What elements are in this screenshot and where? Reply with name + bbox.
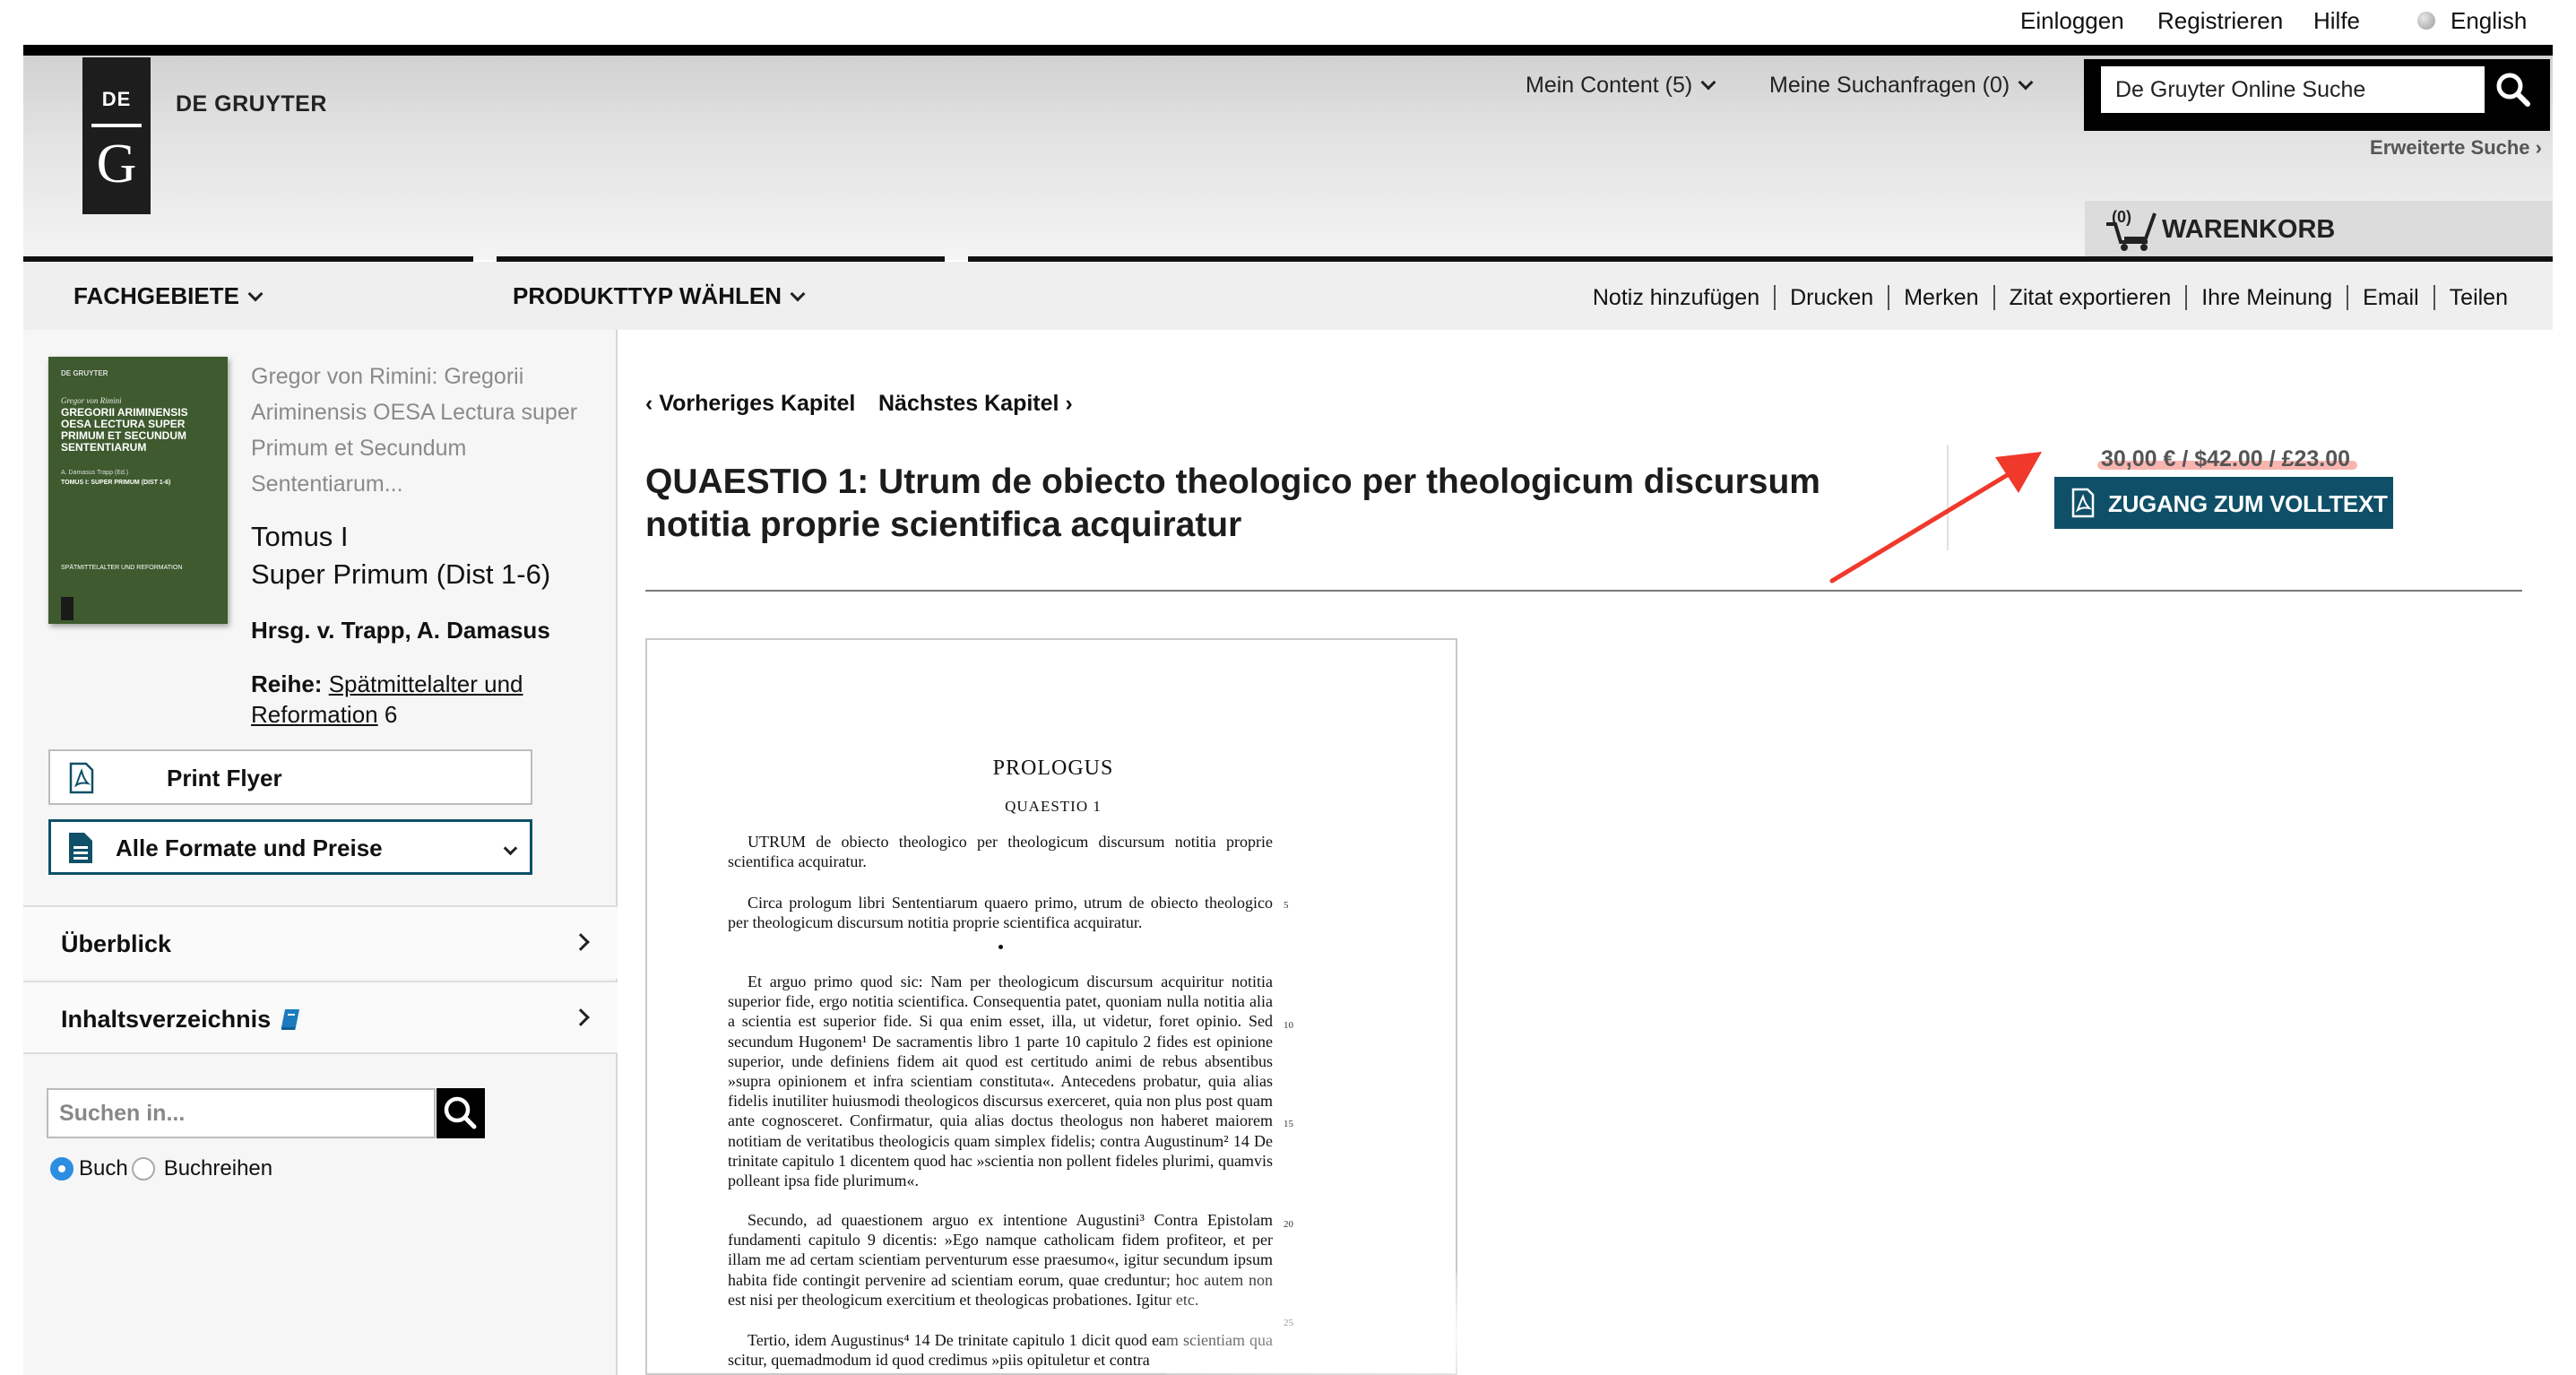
bookmark-link[interactable]: Merken — [1888, 285, 1993, 310]
my-content-menu[interactable]: Mein Content (5) — [1526, 73, 1716, 99]
header-top-border — [23, 45, 2553, 56]
document-icon — [67, 831, 94, 869]
chapter-price: 30,00 € / $42.00 / £23.00 — [2101, 446, 2351, 471]
annotation-arrow — [1820, 437, 2088, 594]
chevron-down-icon — [503, 841, 518, 856]
toc-section[interactable]: Inhaltsverzeichnis — [23, 981, 618, 1054]
book-cover[interactable]: DE GRUYTER Gregor von Rimini GREGORII AR… — [48, 357, 228, 624]
chevron-down-icon — [1700, 74, 1716, 91]
preview-paragraph: UTRUM de obiecto theologico per theologi… — [728, 833, 1273, 871]
search-scope-radio-group: Buch Buchreihen — [50, 1156, 272, 1181]
feedback-link[interactable]: Ihre Meinung — [2185, 285, 2347, 310]
book-icon — [280, 1007, 301, 1035]
line-number: 5 — [1284, 900, 1289, 911]
preview-fade — [1165, 1273, 1793, 1375]
cart-count: (0) — [2112, 208, 2131, 226]
chevron-down-icon — [247, 286, 264, 302]
cart-label[interactable]: WARENKORB — [2162, 215, 2335, 245]
chapter-preview-page: PROLOGUS QUAESTIO 1 UTRUM de obiecto the… — [645, 638, 1457, 1375]
line-number: 15 — [1284, 1119, 1293, 1129]
next-chapter-link[interactable]: Nächstes Kapitel › — [878, 391, 1073, 417]
print-link[interactable]: Drucken — [1774, 285, 1888, 310]
book-volume: Tomus I Super Primum (Dist 1-6) — [251, 521, 551, 590]
book-editors: Hrsg. v. Trapp, A. Damasus — [251, 617, 550, 644]
my-searches-menu[interactable]: Meine Suchanfragen (0) — [1769, 73, 2034, 99]
radio-book[interactable] — [50, 1157, 73, 1180]
book-series: Reihe: Spätmittelalter und Reformation 6 — [251, 670, 523, 728]
preview-subheading: QUAESTIO 1 — [1005, 798, 1102, 815]
search-icon[interactable] — [2492, 68, 2537, 113]
product-type-menu[interactable]: PRODUKTTYP WÄHLEN — [513, 282, 806, 310]
register-link[interactable]: Registrieren — [2157, 7, 2283, 35]
chevron-down-icon — [2018, 74, 2034, 91]
brand-name: DE GRUYTER — [176, 91, 327, 117]
chapter-title: QUAESTIO 1: Utrum de obiecto theologico … — [645, 463, 1820, 544]
add-note-link[interactable]: Notiz hinzufügen — [1578, 285, 1774, 310]
content-divider — [645, 590, 2522, 592]
line-number: 20 — [1284, 1219, 1293, 1230]
pdf-icon — [68, 762, 95, 799]
previous-chapter-link[interactable]: ‹ Vorheriges Kapitel — [645, 391, 855, 417]
full-text-access-button[interactable]: ZUGANG ZUM VOLLTEXT — [2054, 477, 2393, 529]
de-gruyter-logo[interactable]: DE G — [82, 57, 151, 214]
chapter-toolbar: Notiz hinzufügen Drucken Merken Zitat ex… — [1578, 285, 2522, 310]
all-formats-dropdown[interactable]: Alle Formate und Preise — [48, 819, 532, 875]
export-citation-link[interactable]: Zitat exportieren — [1993, 285, 2186, 310]
globe-icon — [2417, 12, 2435, 30]
top-utility-nav: Einloggen Registrieren Hilfe English — [0, 0, 2576, 45]
advanced-search-link[interactable]: Erweiterte Suche › — [2370, 136, 2542, 160]
global-search-input[interactable] — [2101, 66, 2485, 113]
login-link[interactable]: Einloggen — [2020, 7, 2124, 35]
chevron-down-icon — [790, 286, 806, 302]
radio-series[interactable] — [131, 1157, 155, 1180]
preview-paragraph: Circa prologum libri Sententiarum quaero… — [728, 894, 1273, 932]
separator-dot — [998, 945, 1003, 949]
radio-series-label: Buchreihen — [163, 1156, 273, 1180]
preview-paragraph: Et arguo primo quod sic: Nam per theolog… — [728, 973, 1273, 1190]
chevron-right-icon — [572, 933, 590, 951]
language-link[interactable]: English — [2451, 7, 2527, 35]
line-number: 10 — [1284, 1020, 1293, 1031]
overview-section[interactable]: Überblick — [23, 905, 618, 979]
chevron-right-icon — [572, 1008, 590, 1026]
search-in-book-input[interactable] — [47, 1088, 436, 1138]
subjects-menu[interactable]: FACHGEBIETE — [73, 282, 264, 310]
share-link[interactable]: Teilen — [2433, 285, 2522, 310]
print-flyer-button[interactable]: Print Flyer — [48, 749, 532, 805]
cover-logo — [61, 597, 73, 620]
radio-book-label: Buch — [79, 1156, 128, 1180]
search-icon[interactable] — [437, 1088, 485, 1138]
email-link[interactable]: Email — [2347, 285, 2433, 310]
book-full-title[interactable]: Gregor von Rimini: Gregorii Ariminensis … — [251, 359, 592, 502]
preview-heading: PROLOGUS — [992, 757, 1114, 780]
help-link[interactable]: Hilfe — [2313, 7, 2360, 35]
